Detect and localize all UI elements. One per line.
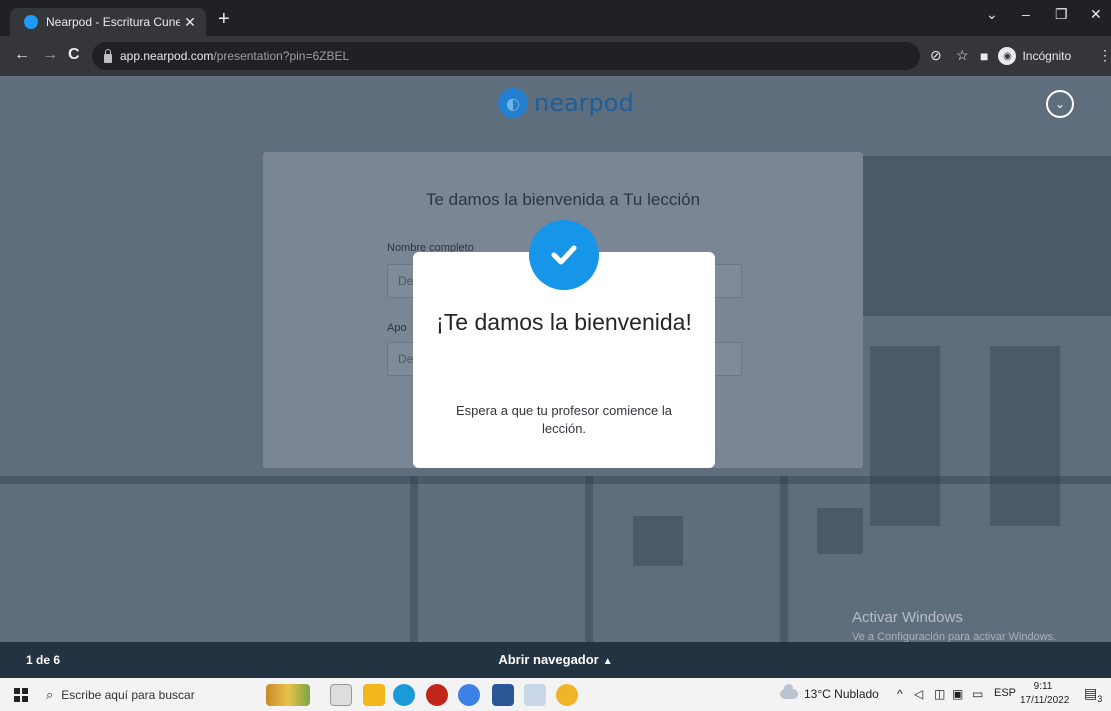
weather-text: 13°C Nublado (804, 687, 879, 701)
menu-kebab-icon[interactable]: ⋮ (1098, 47, 1111, 63)
url-path: /presentation?pin=6ZBEL (213, 49, 350, 63)
background-shape (410, 476, 418, 642)
eye-off-icon[interactable]: ⊘ (930, 47, 942, 63)
word-icon[interactable] (492, 684, 514, 706)
edge-icon[interactable] (393, 684, 415, 706)
background-shape (0, 476, 1111, 484)
clock-time: 9:11 (1033, 681, 1053, 692)
incognito-label: Incógnito (1022, 49, 1072, 63)
background-shape (585, 476, 593, 642)
language-indicator[interactable]: ESP (994, 687, 1016, 699)
presentation-bottom-bar: 1 de 6 Abrir navegador ▲ (0, 642, 1111, 678)
background-shape (633, 516, 683, 566)
close-tab-icon[interactable]: ✕ (180, 14, 200, 31)
modal-title: ¡Te damos la bienvenida! (436, 309, 692, 335)
cloud-icon (780, 684, 798, 699)
browser-tab[interactable]: Nearpod - Escritura Cuneiforme ✕ (10, 8, 206, 36)
onedrive-icon[interactable]: ◫ (934, 687, 945, 701)
chrome-icon[interactable] (556, 684, 578, 706)
open-navigator-label: Abrir navegador (498, 652, 599, 667)
background-shape (780, 476, 788, 642)
nearpod-header: ◐ nearpod ⌄ (0, 76, 1111, 132)
background-shape (817, 508, 863, 554)
second-field-label: Apo (387, 322, 407, 334)
incognito-icon: ◉ (998, 47, 1017, 65)
background-shape (870, 346, 940, 526)
paint-icon[interactable] (524, 684, 546, 706)
restore-icon[interactable]: ❐ (1055, 6, 1068, 23)
incognito-indicator[interactable]: ■ ◉ Incógnito (980, 44, 1071, 68)
notification-count: 3 (1097, 693, 1103, 704)
taskbar-search-placeholder: Escribe aquí para buscar (61, 688, 195, 702)
collapse-chevron-icon[interactable]: ⌄ (1046, 90, 1074, 118)
open-navigator-button[interactable]: Abrir navegador ▲ (0, 652, 1111, 667)
back-icon[interactable]: ← (14, 46, 30, 64)
checkmark-icon (529, 220, 599, 290)
background-shelf (860, 156, 1111, 316)
weather-widget[interactable]: 13°C Nublado (780, 684, 879, 701)
file-explorer-icon[interactable] (363, 684, 385, 706)
background-shape (990, 346, 1060, 526)
browser-toolbar: ← → C app.nearpod.com /presentation?pin=… (0, 36, 1111, 76)
lock-icon (104, 48, 112, 63)
activate-windows-title: Activar Windows (852, 609, 963, 626)
reload-icon[interactable]: C (68, 46, 80, 64)
nearpod-logo: ◐ nearpod (498, 88, 634, 118)
battery-icon[interactable]: ▭ (972, 687, 983, 701)
network-icon[interactable]: ▣ (952, 687, 963, 701)
minimize-icon[interactable]: – (1022, 6, 1030, 22)
new-tab-button[interactable]: + (218, 9, 230, 29)
chrome-profile-icon[interactable] (458, 684, 480, 706)
form-title: Te damos la bienvenida a Tu lección (425, 190, 701, 209)
forward-icon[interactable]: → (42, 46, 58, 64)
app-icon[interactable] (426, 684, 448, 706)
notification-center-icon[interactable]: ▤3 (1084, 685, 1102, 704)
tab-title: Nearpod - Escritura Cuneiforme (46, 15, 180, 29)
nearpod-favicon-icon (24, 15, 38, 29)
windows-taskbar: ⌕ Escribe aquí para buscar 13°C Nublado … (0, 678, 1111, 711)
side-panel-icon[interactable]: ■ (980, 48, 988, 64)
task-view-icon[interactable] (330, 684, 352, 706)
nearpod-logo-icon: ◐ (498, 88, 528, 118)
caret-up-icon: ▲ (602, 656, 613, 667)
address-bar[interactable]: app.nearpod.com /presentation?pin=6ZBEL (92, 42, 920, 70)
clock[interactable]: 9:11 17/11/2022 (1020, 680, 1070, 708)
windows-start-icon[interactable] (14, 688, 28, 702)
volume-icon[interactable]: ◁ (914, 687, 923, 701)
browser-tabstrip: Nearpod - Escritura Cuneiforme ✕ + ⌄ – ❐… (0, 0, 1111, 36)
tray-expand-icon[interactable]: ^ (897, 687, 903, 701)
nearpod-logo-text: nearpod (534, 89, 634, 117)
activate-windows-subtitle: Ve a Configuración para activar Windows. (852, 631, 1057, 642)
taskbar-search[interactable]: ⌕ Escribe aquí para buscar (40, 682, 250, 708)
url-host: app.nearpod.com (120, 49, 214, 63)
close-window-icon[interactable]: ✕ (1090, 6, 1102, 23)
search-icon: ⌕ (46, 687, 54, 702)
tab-search-icon[interactable]: ⌄ (986, 6, 998, 23)
news-widget-icon[interactable] (266, 684, 310, 706)
bookmark-star-icon[interactable]: ☆ (956, 47, 969, 63)
nearpod-page: ◐ nearpod ⌄ Te damos la bienvenida a Tu … (0, 76, 1111, 642)
modal-message: Espera a que tu profesor comience la lec… (455, 403, 673, 436)
clock-date: 17/11/2022 (1020, 695, 1070, 706)
